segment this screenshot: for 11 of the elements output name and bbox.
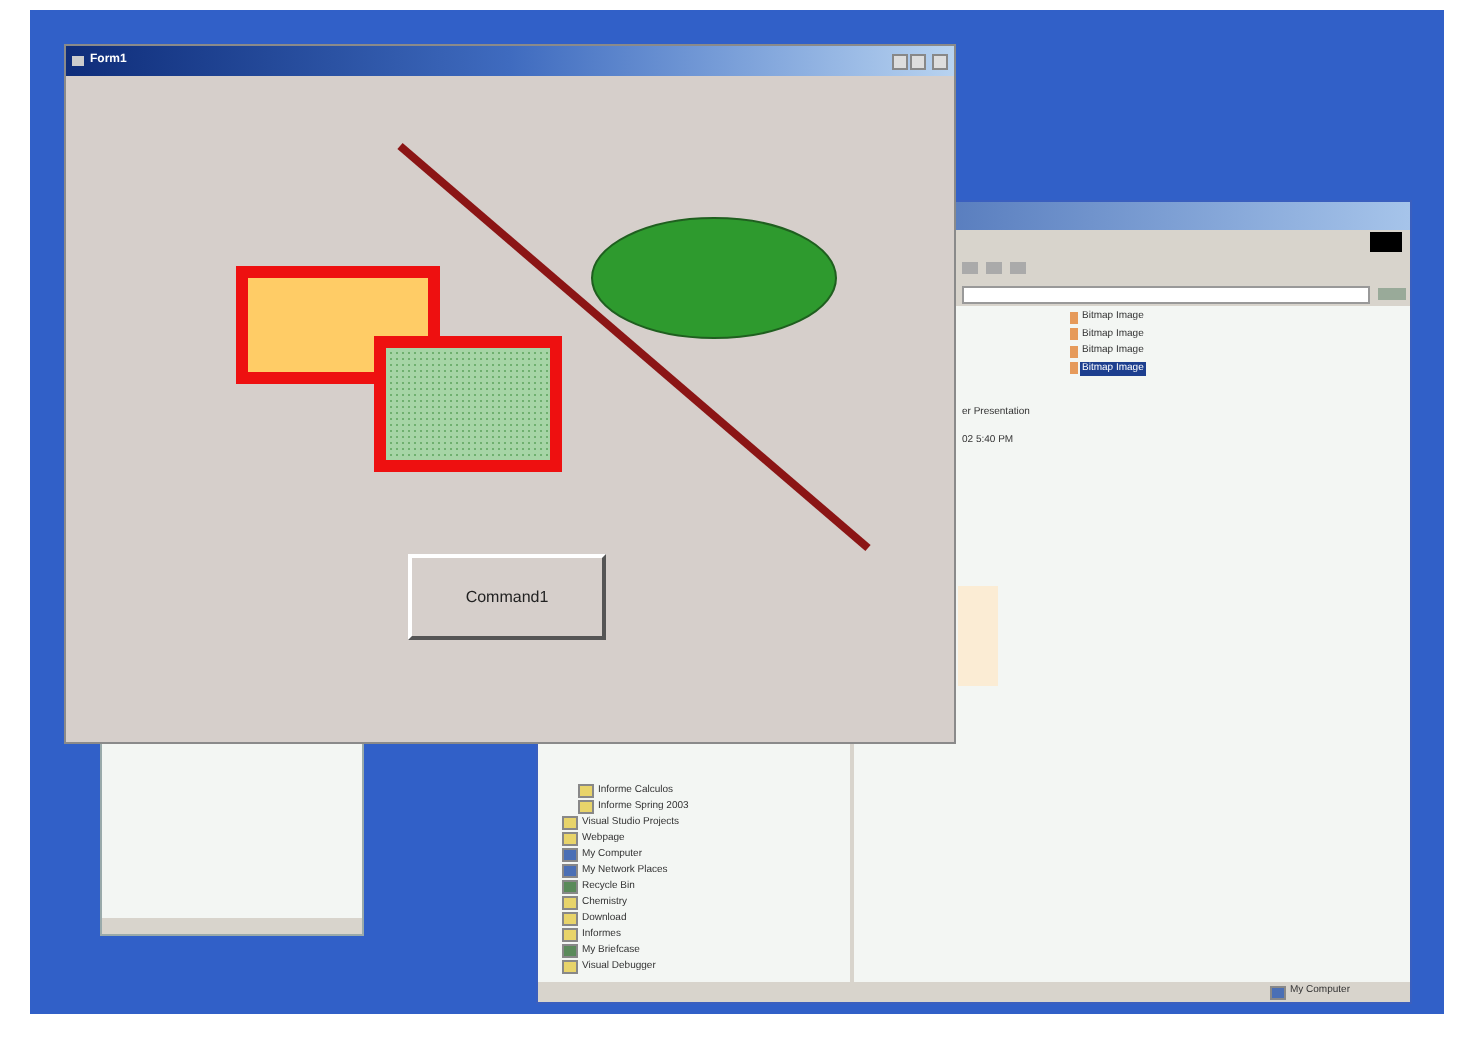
- bin-icon: [562, 943, 578, 957]
- minimize-button[interactable]: [892, 53, 908, 69]
- address-field[interactable]: [962, 285, 1370, 303]
- bin-icon: [562, 879, 578, 893]
- info-panel: [958, 586, 998, 686]
- folder-icon: [562, 959, 578, 973]
- computer-icon: [1269, 985, 1286, 999]
- close-button[interactable]: [932, 53, 948, 69]
- command-button[interactable]: Command1: [408, 554, 606, 640]
- maximize-button[interactable]: [910, 53, 926, 69]
- app-icon: [72, 56, 84, 66]
